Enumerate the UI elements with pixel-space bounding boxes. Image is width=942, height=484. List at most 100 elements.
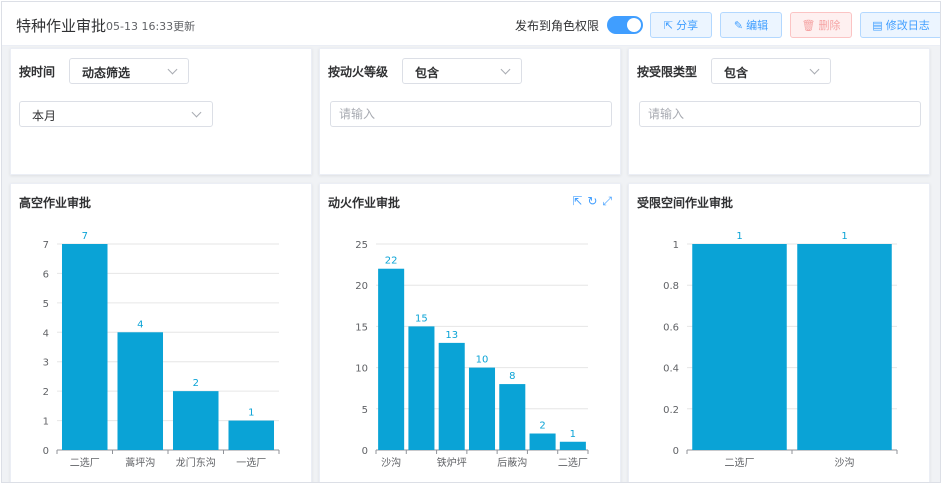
data-label: 2 bbox=[539, 421, 545, 432]
bar bbox=[378, 268, 405, 450]
y-tick-label: 15 bbox=[355, 322, 368, 333]
share-label: 分享 bbox=[676, 19, 699, 32]
log-label: 修改日志 bbox=[885, 19, 930, 32]
bar bbox=[797, 244, 892, 450]
edit-icon: ✎ bbox=[733, 18, 744, 32]
filter-label: 按时间 bbox=[19, 65, 56, 79]
bar bbox=[61, 244, 108, 450]
data-label: 4 bbox=[137, 319, 143, 330]
data-label: 1 bbox=[248, 408, 254, 419]
share-icon: ⇱ bbox=[663, 18, 674, 32]
edit-label: 编辑 bbox=[746, 19, 769, 32]
x-tick-label: 沙沟 bbox=[381, 456, 401, 469]
y-tick-label: 20 bbox=[355, 281, 368, 292]
bar bbox=[559, 441, 586, 450]
select-value: 本月 bbox=[32, 109, 57, 123]
chart-card-height-work: 高空作业审批 0 1 2 3 4 5 6 7 7 二选厂 4 蒿坪沟 2 龙门东沟 1 一选厂 bbox=[10, 183, 312, 482]
chevron-down-icon bbox=[167, 64, 178, 75]
y-tick-label: 5 bbox=[362, 405, 368, 416]
chevron-down-icon bbox=[809, 64, 820, 75]
data-label: 1 bbox=[841, 231, 847, 242]
filter-card-time: 按时间 动态筛选 本月 bbox=[10, 48, 312, 175]
delete-label: 删除 bbox=[818, 19, 841, 32]
fire-work-bar-chart: 0 5 10 15 20 25 22 沙沟 15 13 铁炉坪 10 8 后蔽沟 2 1 二选厂 bbox=[355, 240, 589, 469]
publish-label: 发布到角色权限 bbox=[515, 19, 600, 33]
delete-button[interactable]: 🗑 删除 bbox=[790, 12, 852, 38]
publish-toggle[interactable] bbox=[607, 16, 643, 34]
filter-card-fire-level: 按动火等级 包含 bbox=[319, 48, 621, 175]
y-tick-label: 5 bbox=[43, 299, 49, 310]
y-tick-label: 4 bbox=[43, 328, 49, 339]
confined-space-bar-chart: 0 0.2 0.4 0.6 0.8 1 1 二选厂 1 沙沟 bbox=[663, 231, 898, 469]
data-label: 7 bbox=[82, 231, 88, 242]
y-tick-label: 25 bbox=[355, 240, 368, 251]
data-label: 1 bbox=[736, 231, 742, 242]
dashboard-header: 特种作业审批 05-13 16:33更新 发布到角色权限 ⇱ 分享 ✎ 编辑 🗑… bbox=[2, 2, 940, 46]
x-tick-label: 龙门东沟 bbox=[176, 456, 216, 469]
bar bbox=[529, 433, 556, 450]
y-tick-label: 1 bbox=[673, 240, 679, 251]
filter-mode-select[interactable]: 动态筛选 bbox=[69, 58, 189, 84]
chart-card-confined-space: 受限空间作业审批 0 0.2 0.4 0.6 0.8 1 1 二选厂 1 沙沟 bbox=[628, 183, 930, 482]
chart-card-fire-work: 动火作业审批 ⇱ ↻ ⤢ 0 5 10 15 20 25 22 沙沟 15 13 铁炉坪 10 8 后蔽沟… bbox=[319, 183, 621, 482]
data-label: 22 bbox=[385, 256, 398, 267]
bar bbox=[117, 332, 164, 450]
data-label: 2 bbox=[193, 378, 199, 389]
x-tick-label: 沙沟 bbox=[835, 456, 855, 469]
y-tick-label: 6 bbox=[43, 269, 49, 280]
x-tick-label: 一选厂 bbox=[236, 456, 266, 469]
y-tick-label: 7 bbox=[43, 240, 49, 251]
bar bbox=[172, 391, 219, 450]
y-tick-label: 0.8 bbox=[663, 281, 679, 292]
x-tick-label: 蒿坪沟 bbox=[125, 456, 155, 469]
filter-label: 按受限类型 bbox=[637, 65, 698, 79]
filter-mode-select[interactable]: 包含 bbox=[711, 58, 831, 84]
y-tick-label: 0 bbox=[673, 446, 679, 457]
y-tick-label: 3 bbox=[43, 358, 49, 369]
log-icon: ▤ bbox=[872, 18, 883, 32]
bar bbox=[468, 367, 496, 450]
x-tick-label: 后蔽沟 bbox=[497, 456, 527, 469]
change-log-button[interactable]: ▤ 修改日志 bbox=[860, 12, 940, 38]
filter-card-restricted-type: 按受限类型 包含 bbox=[628, 48, 930, 175]
restricted-type-input[interactable] bbox=[639, 101, 921, 127]
y-tick-label: 10 bbox=[355, 364, 368, 375]
dashboard: 特种作业审批 05-13 16:33更新 发布到角色权限 ⇱ 分享 ✎ 编辑 🗑… bbox=[1, 1, 941, 483]
dashboard-title: 特种作业审批 bbox=[16, 17, 107, 35]
bar bbox=[408, 326, 435, 450]
trash-icon: 🗑 bbox=[801, 18, 816, 32]
y-tick-label: 0 bbox=[43, 446, 49, 457]
toggle-knob bbox=[627, 18, 641, 32]
time-range-select[interactable]: 本月 bbox=[19, 101, 213, 127]
y-tick-label: 0.6 bbox=[663, 322, 679, 333]
y-tick-label: 0 bbox=[362, 446, 368, 457]
bar bbox=[499, 384, 526, 450]
share-button[interactable]: ⇱ 分享 bbox=[650, 12, 712, 38]
filter-mode-select[interactable]: 包含 bbox=[402, 58, 522, 84]
x-tick-label: 铁炉坪 bbox=[437, 456, 467, 469]
data-label: 10 bbox=[476, 355, 489, 366]
data-label: 1 bbox=[570, 429, 576, 440]
data-label: 13 bbox=[445, 330, 458, 341]
filter-label: 按动火等级 bbox=[328, 65, 389, 79]
x-tick-label: 二选厂 bbox=[558, 456, 588, 469]
y-tick-label: 2 bbox=[43, 387, 49, 398]
select-value: 动态筛选 bbox=[82, 66, 131, 80]
x-tick-label: 二选厂 bbox=[725, 456, 755, 469]
select-value: 包含 bbox=[415, 66, 440, 80]
data-label: 8 bbox=[509, 371, 515, 382]
edit-button[interactable]: ✎ 编辑 bbox=[720, 12, 782, 38]
data-label: 15 bbox=[415, 313, 428, 324]
x-tick-label: 二选厂 bbox=[70, 456, 100, 469]
bar bbox=[438, 342, 465, 450]
updated-time: 05-13 16:33更新 bbox=[106, 20, 196, 33]
chevron-down-icon bbox=[500, 64, 511, 75]
chevron-down-icon bbox=[191, 107, 202, 118]
bar bbox=[228, 420, 275, 450]
fire-level-input[interactable] bbox=[330, 101, 612, 127]
select-value: 包含 bbox=[724, 66, 749, 80]
height-work-bar-chart: 0 1 2 3 4 5 6 7 7 二选厂 4 蒿坪沟 2 龙门东沟 1 一选厂 bbox=[43, 231, 280, 469]
y-tick-label: 1 bbox=[43, 417, 49, 428]
y-tick-label: 0.4 bbox=[663, 364, 679, 375]
y-tick-label: 0.2 bbox=[663, 405, 679, 416]
